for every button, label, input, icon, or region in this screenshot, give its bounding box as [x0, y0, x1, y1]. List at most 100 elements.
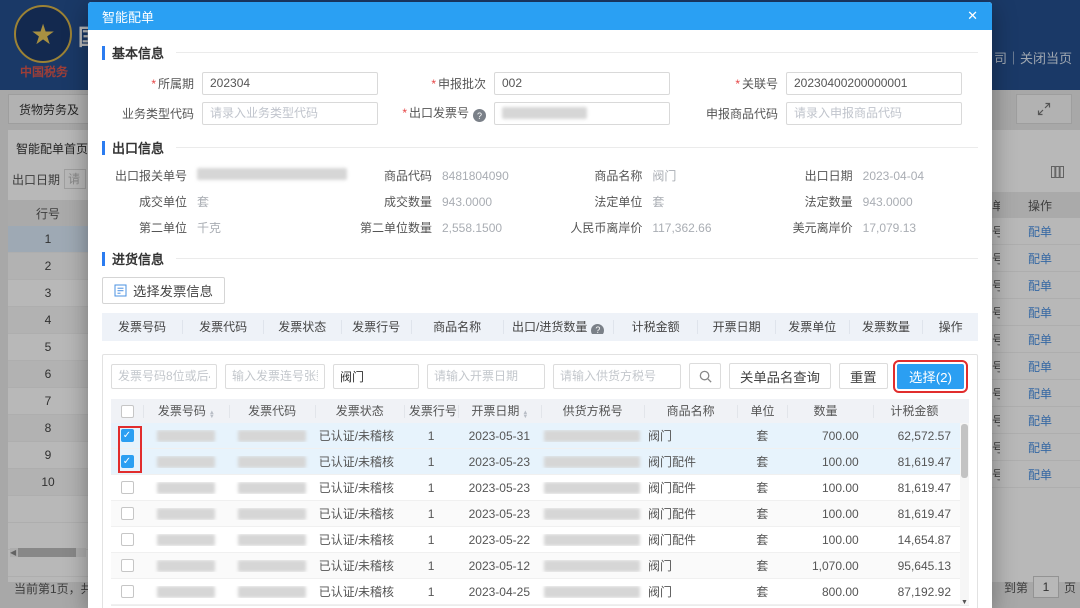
invoice-code-cell [229, 508, 315, 520]
col-action[interactable]: 操作 [922, 320, 978, 334]
select-invoice-label: 选择发票信息 [133, 281, 213, 300]
col-issue-date[interactable]: 开票日期 [697, 320, 774, 334]
issue-date-cell: 2023-04-25 [458, 585, 540, 599]
col-issue-date[interactable]: 开票日期▲▼ [458, 405, 540, 418]
redacted-value [544, 482, 640, 494]
kv-value: 943.0000 [863, 195, 913, 209]
select-confirm-button[interactable]: 选择(2) [897, 364, 964, 389]
customs-name-query-button[interactable]: 关单品名查询 [729, 363, 831, 389]
kv-label: 出口报关单号 [102, 167, 197, 184]
biz-type-input[interactable] [202, 102, 378, 125]
invoice-row[interactable]: 已认证/未稽核12023-05-22阀门配件套100.0014,654.87 [111, 527, 969, 553]
invoice-no-filter[interactable] [111, 364, 217, 389]
invoice-line-cell: 1 [404, 429, 458, 443]
kv-label: 成交单位 [102, 193, 197, 210]
col-goods-name[interactable]: 商品名称 [644, 405, 737, 418]
redacted-value [238, 534, 306, 546]
basic-info-form: 所属期 申报批次 关联号 业务类型代码 出口发票号? 申报商品代码 [102, 71, 978, 125]
invoice-code-cell [229, 560, 315, 572]
quantity-cell: 700.00 [787, 429, 872, 443]
invoice-row[interactable]: 已认证/未稽核12023-05-23阀门配件套100.0081,619.47 [111, 501, 969, 527]
col-invoice-line[interactable]: 发票行号 [404, 405, 458, 418]
tax-amount-cell: 62,572.57 [873, 429, 969, 443]
issue-date-cell: 2023-05-22 [458, 533, 540, 547]
col-invoice-no[interactable]: 发票号码▲▼ [143, 405, 229, 418]
section-export-info: 出口信息 [102, 138, 978, 157]
redacted-value [238, 586, 306, 598]
redacted-value [544, 456, 640, 468]
invoice-row[interactable]: 已认证/未稽核12023-05-12阀门套1,070.0095,645.13 [111, 553, 969, 579]
batch-input[interactable] [494, 72, 670, 95]
vertical-scrollbar[interactable]: ▼ [960, 423, 969, 605]
supplier-tax-filter[interactable] [553, 364, 681, 389]
row-checkbox[interactable] [121, 507, 134, 520]
issue-date-cell: 2023-05-12 [458, 559, 540, 573]
invoice-status-cell: 已认证/未稽核 [315, 583, 404, 600]
invoice-row[interactable]: ✓已认证/未稽核12023-05-31阀门套700.0062,572.57 [111, 423, 969, 449]
period-input[interactable] [202, 72, 378, 95]
kv-value: 117,362.66 [652, 221, 711, 235]
invoice-status-cell: 已认证/未稽核 [315, 505, 404, 522]
invoice-picker-panel: 关单品名查询 重置 选择(2) 发票号码▲▼ 发票代码 发票状态 发票行号 开票… [102, 354, 978, 608]
invoice-row[interactable]: 已认证/未稽核12023-05-23阀门配件套100.0081,619.47 [111, 475, 969, 501]
goods-name-cell: 阀门配件 [644, 453, 737, 470]
col-invoice-qty[interactable]: 发票数量 [849, 320, 923, 334]
tax-amount-cell: 81,619.47 [873, 507, 969, 521]
supplier-tax-cell [540, 482, 644, 494]
declare-goods-input[interactable] [786, 102, 962, 125]
row-checkbox[interactable] [121, 481, 134, 494]
col-tax-amount[interactable]: 计税金额 [873, 405, 969, 418]
serial-count-filter[interactable] [225, 364, 325, 389]
kv-label: 商品代码 [347, 167, 442, 184]
col-invoice-status[interactable]: 发票状态 [315, 405, 404, 418]
invoice-no-cell [143, 482, 229, 494]
invoice-code-cell [229, 430, 315, 442]
row-checkbox[interactable]: ✓ [121, 429, 134, 442]
supplier-tax-cell [540, 560, 644, 572]
select-all-checkbox[interactable] [121, 405, 134, 418]
kv-value: 阀门 [652, 167, 676, 184]
row-checkbox[interactable] [121, 559, 134, 572]
issue-date-cell: 2023-05-23 [458, 481, 540, 495]
export-invoice-input[interactable] [494, 102, 670, 125]
col-invoice-code[interactable]: 发票代码 [182, 320, 263, 334]
col-invoice-line[interactable]: 发票行号 [341, 320, 411, 334]
select-invoice-button[interactable]: 选择发票信息 [102, 277, 225, 304]
invoice-row[interactable]: ✓已认证/未稽核12023-05-23阀门配件套100.0081,619.47 [111, 449, 969, 475]
redacted-value [157, 508, 215, 520]
help-icon[interactable]: ? [591, 324, 604, 335]
col-invoice-status[interactable]: 发票状态 [263, 320, 340, 334]
invoice-list-icon [114, 284, 127, 297]
goods-name-filter[interactable] [333, 364, 419, 389]
help-icon[interactable]: ? [473, 109, 486, 122]
scrollbar-thumb[interactable] [961, 424, 968, 478]
unit-cell: 套 [737, 505, 787, 522]
col-quantity[interactable]: 数量 [787, 405, 872, 418]
redacted-value [157, 456, 215, 468]
col-goods-name[interactable]: 商品名称 [411, 320, 503, 334]
sort-icon[interactable]: ▲▼ [522, 411, 528, 418]
invoice-row[interactable]: 已认证/未稽核12023-04-25阀门套800.0087,192.92 [111, 579, 969, 605]
close-icon[interactable]: ✕ [967, 8, 978, 24]
issue-date-filter[interactable] [427, 364, 545, 389]
row-checkbox[interactable] [121, 533, 134, 546]
row-checkbox[interactable]: ✓ [121, 455, 134, 468]
row-checkbox[interactable] [121, 585, 134, 598]
col-invoice-unit[interactable]: 发票单位 [775, 320, 849, 334]
col-supplier-tax-no[interactable]: 供货方税号 [541, 405, 644, 418]
sort-icon[interactable]: ▲▼ [209, 411, 215, 418]
relation-no-input[interactable] [786, 72, 962, 95]
invoice-picker-table: 发票号码▲▼ 发票代码 发票状态 发票行号 开票日期▲▼ 供货方税号 商品名称 … [111, 399, 969, 605]
redacted-value [544, 560, 640, 572]
kv-label: 法定数量 [768, 193, 863, 210]
col-invoice-code[interactable]: 发票代码 [229, 405, 315, 418]
col-tax-amount[interactable]: 计税金额 [613, 320, 698, 334]
scroll-down-arrow[interactable]: ▼ [961, 599, 968, 606]
col-invoice-no[interactable]: 发票号码 [102, 320, 182, 334]
quantity-cell: 1,070.00 [787, 559, 872, 573]
reset-button[interactable]: 重置 [839, 363, 888, 389]
col-unit[interactable]: 单位 [737, 405, 788, 418]
search-button[interactable] [689, 363, 721, 389]
kv-label: 成交数量 [347, 193, 442, 210]
col-export-purchase-qty[interactable]: 出口/进货数量? [503, 320, 613, 334]
